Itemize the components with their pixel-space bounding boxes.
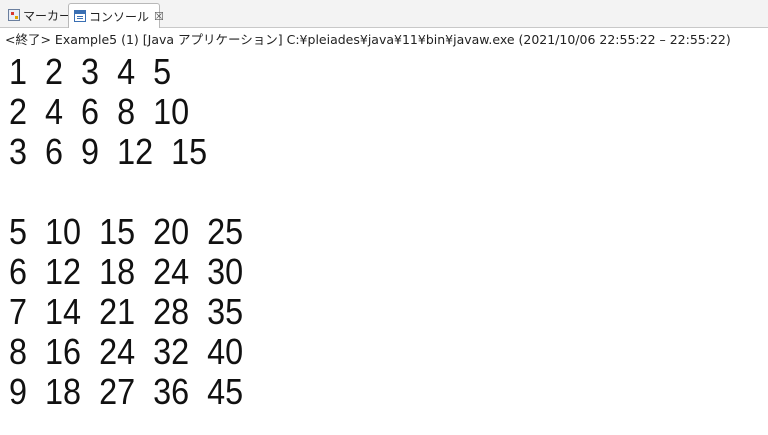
tab-console-label: コンソール [89, 9, 150, 24]
console-output[interactable]: 1 2 3 4 5 2 4 6 8 10 3 6 9 12 15 5 10 15… [0, 52, 768, 435]
console-icon [74, 10, 86, 22]
markers-icon [8, 9, 20, 21]
console-line: 2 4 6 8 10 [9, 91, 190, 132]
view-tab-bar: マーカー コンソール ☒ [0, 0, 768, 28]
console-status-line: <終了> Example5 (1) [Java アプリケーション] C:¥ple… [0, 29, 768, 51]
tab-markers-label: マーカー [23, 8, 72, 23]
close-icon[interactable]: ☒ [154, 11, 164, 22]
tab-console[interactable]: コンソール ☒ [68, 3, 164, 28]
tab-markers[interactable]: マーカー [2, 3, 72, 27]
console-line: 3 6 9 12 15 [9, 131, 208, 172]
console-line: 8 16 24 32 40 [9, 331, 244, 372]
console-line: 6 12 18 24 30 [9, 251, 244, 292]
console-line: 7 14 21 28 35 [9, 291, 244, 332]
console-line: 1 2 3 4 5 [9, 51, 172, 92]
console-line: 5 10 15 20 25 [9, 211, 244, 252]
console-line: 9 18 27 36 45 [9, 371, 244, 412]
